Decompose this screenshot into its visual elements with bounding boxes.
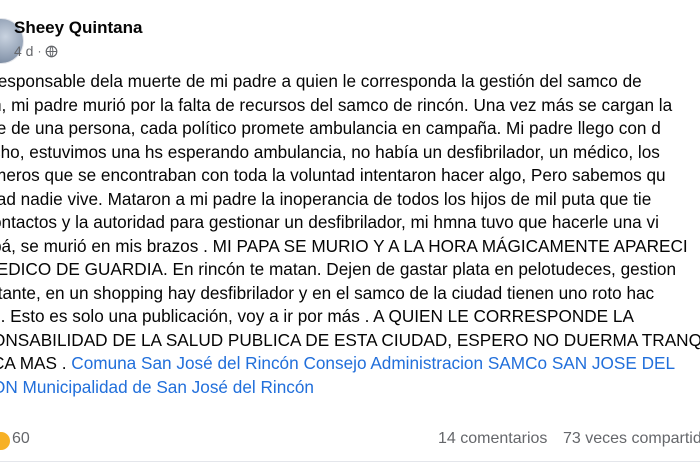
post-text: rtante, en un shopping hay desfibrilador… <box>0 282 655 303</box>
post-text: pá, se murió en mis brazos . MI PAPA SE … <box>0 235 688 256</box>
post-text: meros que se encontraban con toda la vol… <box>0 165 666 185</box>
post-text: te de una persona, cada político promete… <box>0 118 661 138</box>
post-body: responsable dela muerte de mi padre a qu… <box>0 70 700 399</box>
post-meta: 4 d · <box>14 43 58 59</box>
shares-count[interactable]: 73 veces compartido <box>563 430 700 448</box>
post-text: tad nadie vive. Mataron a mi padre la in… <box>0 188 652 209</box>
post-text-line: te de una persona, cada político promete… <box>0 117 700 141</box>
globe-icon[interactable] <box>45 45 58 58</box>
mention-link[interactable]: Comuna San José del Rincón Consejo Admin… <box>71 353 675 373</box>
reaction-icon[interactable] <box>0 431 11 451</box>
post-text-line: responsable dela muerte de mi padre a qu… <box>0 70 700 94</box>
post-footer: 60 14 comentarios 73 veces compartido <box>0 426 700 454</box>
post-text-line: CA MAS . Comuna San José del Rincón Cons… <box>0 352 700 376</box>
meta-separator: · <box>37 44 42 58</box>
post-text-line: ON Municipalidad de San José del Rincón <box>0 376 700 400</box>
post-text-line: rtante, en un shopping hay desfibrilador… <box>0 282 700 306</box>
post-text-line: IEDICO DE GUARDIA. En rincón te matan. D… <box>0 258 700 282</box>
mention-link[interactable]: ON Municipalidad de San José del Rincón <box>0 377 314 397</box>
post-text-line: meros que se encontraban con toda la vol… <box>0 164 700 188</box>
post-time[interactable]: 4 d <box>14 43 33 59</box>
reaction-count[interactable]: 60 <box>12 430 30 448</box>
post-text: IEDICO DE GUARDIA. En rincón te matan. D… <box>0 259 677 279</box>
author-name[interactable]: Sheey Quintana <box>14 18 142 38</box>
divider <box>0 461 700 462</box>
post-text: cho, estuvimos una hs esperando ambulanc… <box>0 141 660 162</box>
post-text-line: pá, se murió en mis brazos . MI PAPA SE … <box>0 235 700 259</box>
post-text-line: n, mi padre murió por la falta de recurs… <box>0 94 700 118</box>
post-card: Sheey Quintana 4 d · responsable dela mu… <box>0 0 700 467</box>
post-text: CA MAS . <box>0 353 67 373</box>
post-text-line: s. Esto es solo una publicación, voy a i… <box>0 305 700 329</box>
post-text: ontactos y la autoridad para gestionar u… <box>0 212 659 232</box>
comments-count[interactable]: 14 comentarios <box>438 430 547 448</box>
post-text-line: ontactos y la autoridad para gestionar u… <box>0 211 700 235</box>
post-text-line: tad nadie vive. Mataron a mi padre la in… <box>0 188 700 212</box>
post-text: n, mi padre murió por la falta de recurs… <box>0 94 673 115</box>
post-text: ONSABILIDAD DE LA SALUD PUBLICA DE ESTA … <box>0 329 700 350</box>
post-text-line: cho, estuvimos una hs esperando ambulanc… <box>0 141 700 165</box>
post-text-line: ONSABILIDAD DE LA SALUD PUBLICA DE ESTA … <box>0 329 700 353</box>
post-text: responsable dela muerte de mi padre a qu… <box>0 71 642 91</box>
post-text: s. Esto es solo una publicación, voy a i… <box>0 306 634 326</box>
